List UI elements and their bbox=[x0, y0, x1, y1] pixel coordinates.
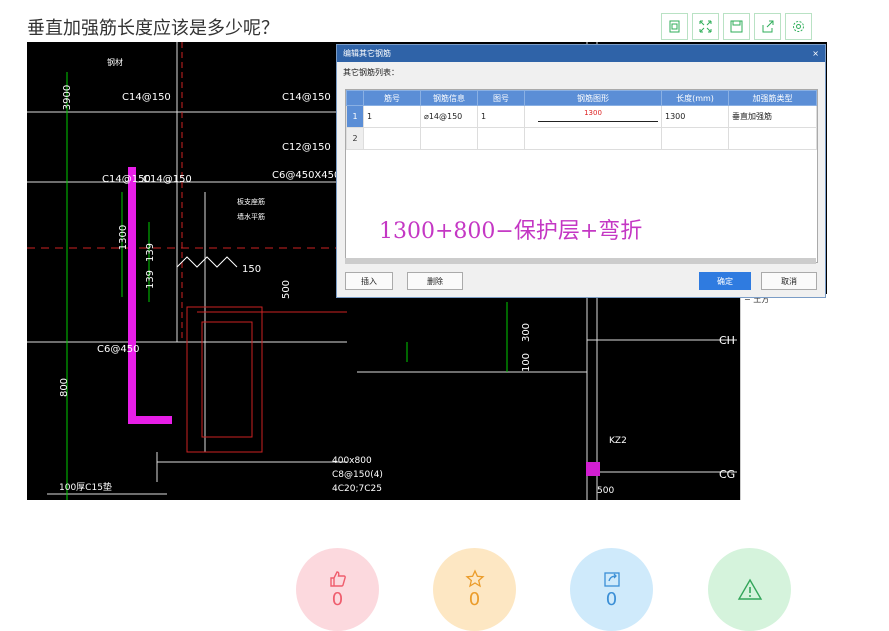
settings-icon[interactable] bbox=[785, 13, 812, 40]
cad-label-kz: KZ2 bbox=[609, 436, 627, 446]
cell-no[interactable] bbox=[363, 127, 421, 150]
save-icon[interactable] bbox=[723, 13, 750, 40]
col-header: 钢筋图形 bbox=[524, 90, 662, 106]
row-index: 2 bbox=[346, 127, 364, 150]
cad-dim-500b: 500 bbox=[597, 486, 615, 496]
component-tree: − 土方大开挖土方基槽土方基坑土方大开挖灰土...基槽灰土回填基坑灰土回填房心回… bbox=[740, 294, 827, 500]
cell-shape[interactable] bbox=[524, 127, 662, 150]
image-toolbar bbox=[661, 13, 812, 40]
cell-type[interactable] bbox=[728, 127, 817, 150]
col-header: 筋号 bbox=[363, 90, 421, 106]
cad-label-b: 板支座筋 bbox=[237, 198, 265, 206]
cell-fig[interactable] bbox=[477, 127, 525, 150]
cad-label-main: 4C20;7C25 bbox=[332, 484, 382, 494]
like-count: 0 bbox=[331, 589, 344, 610]
cad-dim-3900: 3900 bbox=[62, 84, 74, 111]
cad-label-stirrup: C8@150(4) bbox=[332, 470, 383, 480]
delete-button[interactable]: 删除 bbox=[407, 272, 463, 290]
col-header: 图号 bbox=[477, 90, 525, 106]
close-icon[interactable]: × bbox=[812, 49, 819, 58]
cancel-button[interactable]: 取消 bbox=[761, 272, 817, 290]
col-header: 加强筋类型 bbox=[728, 90, 817, 106]
cad-dim-500: 500 bbox=[281, 279, 293, 300]
cad-dim-300: 300 bbox=[521, 322, 533, 343]
annotation-formula: 1300+800−保护层+弯折 bbox=[379, 219, 643, 244]
expand-icon[interactable] bbox=[692, 13, 719, 40]
dialog-subtitle: 其它钢筋列表： bbox=[343, 68, 399, 77]
cad-label-c14-a: C14@150 bbox=[122, 92, 171, 103]
col-header: 钢筋信息 bbox=[420, 90, 478, 106]
cad-dim-1300: 1300 bbox=[118, 224, 130, 251]
cad-label-cushion: 100厚C15垫 bbox=[59, 483, 112, 493]
share-icon bbox=[603, 572, 620, 587]
cad-label-c: 墙水平筋 bbox=[237, 213, 265, 221]
star-count: 0 bbox=[468, 589, 481, 610]
warning-icon bbox=[737, 578, 762, 600]
share-count: 0 bbox=[605, 589, 618, 610]
cell-shape[interactable]: 1300 bbox=[524, 105, 662, 128]
cell-fig[interactable]: 1 bbox=[477, 105, 525, 128]
share-action-button[interactable]: 0 bbox=[570, 548, 653, 631]
cad-label-c6-450x450: C6@450X450 bbox=[272, 170, 341, 181]
report-button[interactable] bbox=[708, 548, 791, 631]
cell-info[interactable]: ⌀14@150 bbox=[420, 105, 478, 128]
cad-label-c12: C12@150 bbox=[282, 142, 331, 153]
col-header: 长度(mm) bbox=[661, 90, 729, 106]
cad-dim-800: 800 bbox=[59, 377, 71, 398]
shape-length-label: 1300 bbox=[584, 108, 602, 117]
insert-button[interactable]: 插入 bbox=[345, 272, 393, 290]
row-index: 1 bbox=[346, 105, 364, 128]
cad-dim-139a: 139 bbox=[145, 242, 157, 263]
ok-button[interactable]: 确定 bbox=[699, 272, 751, 290]
table-row[interactable]: 1 1 ⌀14@150 1 1300 1300 垂直加强筋 bbox=[346, 105, 817, 128]
cad-label-cg: CG bbox=[719, 468, 736, 481]
star-icon bbox=[464, 569, 485, 588]
edit-other-rebar-dialog: 编辑其它钢筋 × 其它钢筋列表： 筋号 钢筋信息 图号 钢筋图形 长度(mm) … bbox=[336, 44, 826, 298]
horizontal-scrollbar[interactable] bbox=[345, 258, 816, 264]
question-title: 垂直加强筋长度应该是多少呢？ bbox=[27, 18, 279, 39]
cad-label-c14-b: C14@150 bbox=[282, 92, 331, 103]
cell-length[interactable]: 1300 bbox=[661, 105, 729, 128]
table-row[interactable]: 2 bbox=[346, 127, 817, 150]
thumbs-up-icon bbox=[329, 571, 346, 587]
cad-dim-150: 150 bbox=[242, 264, 262, 275]
page-icon[interactable] bbox=[661, 13, 688, 40]
cad-dim-139b: 139 bbox=[145, 269, 157, 290]
cad-label-ch: CH bbox=[719, 334, 735, 347]
cad-dim-100: 100 bbox=[521, 352, 533, 373]
share-icon[interactable] bbox=[754, 13, 781, 40]
cell-info[interactable] bbox=[420, 127, 478, 150]
dialog-titlebar: 编辑其它钢筋 × bbox=[337, 45, 825, 62]
dialog-title: 编辑其它钢筋 bbox=[343, 49, 391, 58]
cell-length[interactable] bbox=[661, 127, 729, 150]
cad-label-c6-450: C6@450 bbox=[97, 344, 140, 355]
cad-label-beam: 400x800 bbox=[332, 456, 372, 466]
cad-label-c14-d: C14@150 bbox=[143, 174, 192, 185]
cad-label-a: 钢材 bbox=[107, 58, 123, 67]
cell-type[interactable]: 垂直加强筋 bbox=[728, 105, 817, 128]
cell-no[interactable]: 1 bbox=[363, 105, 421, 128]
table-header-row: 筋号 钢筋信息 图号 钢筋图形 长度(mm) 加强筋类型 bbox=[346, 90, 817, 106]
favorite-button[interactable]: 0 bbox=[433, 548, 516, 631]
like-button[interactable]: 0 bbox=[296, 548, 379, 631]
